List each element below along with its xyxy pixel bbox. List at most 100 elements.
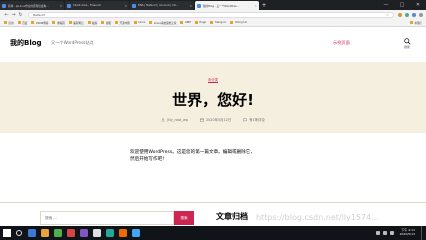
taskbar-app-icon[interactable] — [119, 229, 127, 237]
bookmark-icon — [52, 21, 56, 24]
taskbar-app-icon[interactable] — [93, 229, 101, 237]
comment-icon — [243, 117, 247, 122]
bookmark-icon — [68, 21, 72, 24]
search-submit-button[interactable]: 搜索 — [174, 211, 194, 225]
comments-text: 有1条评论 — [249, 118, 265, 122]
show-desktop-button[interactable] — [421, 226, 423, 240]
apps-icon — [4, 21, 7, 24]
close-window-button[interactable]: ✕ — [410, 2, 426, 8]
taskbar-app-icon[interactable] — [67, 229, 75, 237]
tab-close-icon[interactable]: ✕ — [254, 4, 257, 8]
bookmark-item[interactable]: Linux — [133, 21, 145, 24]
taskbar-clock[interactable]: 下午 4:11 2020/5/13 — [400, 229, 415, 236]
bookmark-item[interactable]: 博客园 — [52, 21, 65, 25]
tab-title: Client Area - Freenom — [73, 4, 102, 7]
author-name: jlily_root_wp — [167, 117, 188, 122]
bookmark-item[interactable]: 百度 — [17, 21, 27, 25]
site-header: 我的Blog 又一个WordPress站点 示例页面 搜索 — [0, 27, 426, 62]
tab-favicon-icon — [2, 3, 6, 8]
footer-widgets: 搜索 ... 搜索 文章归档 https://blog.csdn.net/lly… — [0, 202, 426, 226]
bookmark-icon — [180, 21, 184, 24]
search-form: 搜索 ... 搜索 — [40, 211, 194, 225]
forward-icon[interactable]: → — [10, 12, 17, 18]
folder-icon — [409, 21, 413, 24]
tab-title: 简体 - 从Linux作业的原理出发构... — [8, 4, 49, 8]
extension-icon[interactable] — [405, 12, 409, 17]
bookmark-item[interactable]: Yilang.cn — [210, 21, 226, 24]
taskbar-app-icon[interactable] — [54, 229, 62, 237]
minimize-button[interactable]: — — [378, 2, 394, 8]
other-bookmarks[interactable]: 书签栏 — [409, 21, 422, 25]
bookmark-item[interactable]: 应用 — [4, 21, 14, 25]
web-page: 我的Blog 又一个WordPress站点 示例页面 搜索 未分类 世界，您好!… — [0, 27, 426, 226]
windows-start-icon[interactable] — [3, 229, 11, 237]
nav-sample-page[interactable]: 示例页面 — [333, 40, 350, 46]
post-meta: jlily_root_wp 2020年5月12日 有1条评论 — [0, 117, 426, 122]
bookmark-icon — [210, 21, 214, 24]
tab-title: DNS | fbsfa.ml | Account | Clo... — [138, 4, 179, 7]
bookmark-icon — [87, 21, 91, 24]
taskbar-app-icon[interactable] — [41, 229, 49, 237]
back-icon[interactable]: ← — [3, 12, 10, 18]
profile-icon[interactable] — [419, 12, 423, 17]
post-comments[interactable]: 有1条评论 — [243, 117, 265, 122]
bookmark-icon — [194, 21, 198, 24]
reload-icon[interactable]: ↻ — [17, 12, 24, 18]
taskbar-app-icon[interactable] — [106, 229, 114, 237]
bookmark-icon — [31, 21, 35, 24]
bookmark-star-icon[interactable]: ☆ — [386, 13, 389, 17]
bookmarks-bar: 应用 百度 CSDN博客 博客园 编程笔记 极客 搜狐 开源中国 Linux L… — [0, 19, 426, 27]
network-icon[interactable] — [375, 231, 380, 235]
bookmark-item[interactable]: ARM — [180, 21, 191, 24]
volume-icon[interactable] — [382, 231, 387, 235]
post-title[interactable]: 世界，您好! — [0, 89, 426, 110]
bookmark-item[interactable]: 极客 — [87, 21, 97, 25]
bookmark-item[interactable]: 编程笔记 — [68, 21, 84, 25]
user-icon — [161, 117, 165, 122]
bookmark-item[interactable]: 搜狐 — [101, 21, 111, 25]
tab-close-icon[interactable]: ✕ — [59, 4, 62, 8]
calendar-icon — [200, 118, 204, 122]
bookmark-item[interactable]: Yilong Lin — [230, 21, 247, 24]
taskbar-app-icon[interactable] — [80, 229, 88, 237]
entry-header: 未分类 世界，您好! jlily_root_wp 2020年5月12日 有1条评… — [0, 62, 426, 133]
watermark: https://blog.csdn.net/lly1574... — [256, 213, 379, 222]
bookmark-item[interactable]: 开源中国 — [115, 21, 130, 25]
browser-tab[interactable]: DNS | fbsfa.ml | Account | Clo... ✕ — [130, 1, 194, 10]
site-description: 又一个WordPress站点 — [51, 40, 94, 45]
browser-tab[interactable]: 简体 - 从Linux作业的原理出发构... ✕ — [0, 1, 64, 10]
bookmark-item[interactable]: Hugo — [194, 21, 206, 24]
clock-date: 2020/5/13 — [399, 232, 415, 236]
category-link[interactable]: 未分类 — [207, 78, 219, 83]
taskbar-search-icon[interactable] — [16, 230, 22, 236]
address-input[interactable]: fbsfa.ml ☆ — [28, 11, 394, 18]
site-title[interactable]: 我的Blog — [10, 38, 42, 48]
post-date[interactable]: 2020年5月12日 — [200, 117, 231, 122]
ime-icon[interactable] — [389, 231, 394, 235]
tab-close-icon[interactable]: ✕ — [124, 4, 127, 8]
tab-favicon-icon — [197, 3, 201, 8]
tab-close-icon[interactable]: ✕ — [189, 4, 192, 8]
new-tab-button[interactable]: + — [260, 2, 268, 10]
taskbar: 下午 4:11 2020/5/13 — [0, 226, 426, 240]
tab-title: 我的Blog - 又一个WordPres... — [203, 4, 239, 8]
search-toggle-button[interactable]: 搜索 — [400, 38, 414, 49]
window-controls: — □ ✕ — [378, 0, 426, 10]
bookmark-icon — [133, 21, 137, 24]
post-content: 欢迎使用WordPress。这是您的第一篇文章。编辑或删除它， 然后开始写作吧！ — [130, 149, 300, 163]
taskbar-app-icon[interactable] — [28, 229, 36, 237]
bookmark-icon — [115, 21, 118, 24]
post-author[interactable]: jlily_root_wp — [161, 117, 188, 122]
extension-icon[interactable] — [412, 12, 416, 17]
browser-tab[interactable]: Client Area - Freenom ✕ — [65, 1, 129, 10]
bookmark-item[interactable]: Linux系统运维之家 — [149, 21, 176, 25]
system-tray: 下午 4:11 2020/5/13 — [375, 226, 423, 240]
bookmark-icon — [230, 21, 234, 24]
maximize-button[interactable]: □ — [394, 2, 410, 8]
search-icon — [403, 38, 411, 45]
taskbar-app-icon[interactable] — [132, 229, 140, 237]
extension-icon[interactable] — [398, 12, 402, 17]
search-input[interactable]: 搜索 ... — [40, 211, 174, 225]
bookmark-item[interactable]: CSDN博客 — [31, 21, 48, 25]
browser-tab-active[interactable]: 我的Blog - 又一个WordPres... ✕ — [195, 1, 259, 10]
